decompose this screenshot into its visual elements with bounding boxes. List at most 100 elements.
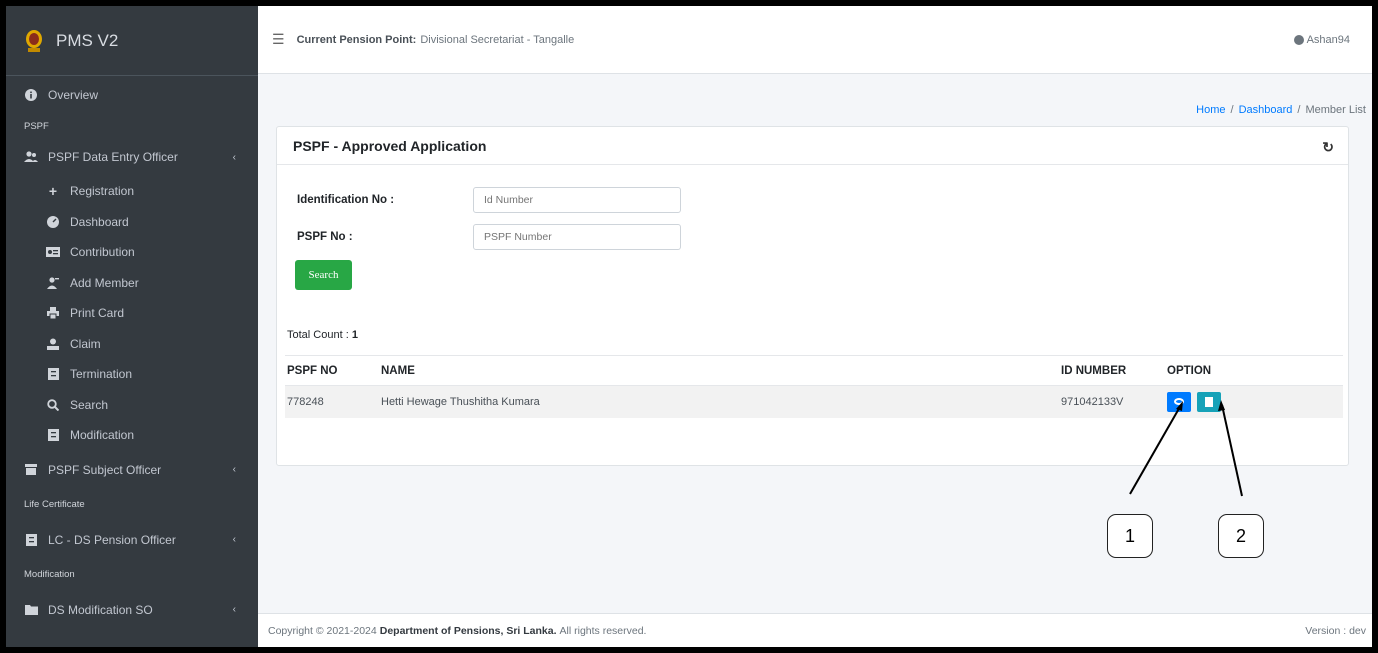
document-icon	[1205, 396, 1213, 407]
cell-pspf-no: 778248	[285, 385, 381, 418]
pspf-input[interactable]	[473, 224, 681, 250]
sidebar-item-modification[interactable]: Modification	[6, 420, 258, 451]
footer-version: Version : dev	[1305, 624, 1366, 637]
hamburger-menu-icon[interactable]: ☰	[272, 31, 285, 48]
total-count-value: 1	[351, 329, 358, 341]
sidebar: PMS V2 Overview PSPF PSPF Data Entry Off…	[6, 6, 258, 647]
annotation-callout-2: 2	[1218, 514, 1264, 558]
column-header-option: OPTION	[1167, 355, 1343, 386]
identification-label: Identification No :	[297, 194, 395, 206]
sidebar-item-print-card[interactable]: Print Card	[6, 298, 258, 329]
folder-icon	[24, 604, 38, 616]
pension-point-value: Divisional Secretariat - Tangalle	[420, 33, 575, 46]
sidebar-item-contribution[interactable]: Contribution	[6, 237, 258, 268]
sidebar-item-search[interactable]: Search	[6, 390, 258, 421]
edit-button[interactable]	[1197, 391, 1221, 412]
plus-icon: +	[48, 183, 58, 200]
breadcrumb-separator: /	[1297, 104, 1301, 116]
search-icon	[46, 399, 60, 411]
sidebar-item-label: Overview	[48, 88, 99, 102]
sidebar-item-label: Search	[70, 397, 109, 412]
app-frame: PMS V2 Overview PSPF PSPF Data Entry Off…	[6, 6, 1372, 647]
sidebar-item-label: PSPF Subject Officer	[48, 462, 162, 477]
sidebar-item-label: Termination	[70, 367, 133, 382]
footer: Copyright © 2021-2024 Department of Pens…	[258, 613, 1372, 647]
user-add-icon	[46, 277, 60, 289]
table-header-row: PSPF NO NAME ID NUMBER OPTION	[285, 355, 1343, 386]
table-row: 778248 Hetti Hewage Thushitha Kumara 971…	[285, 385, 1343, 418]
sidebar-header-modification: Modification	[24, 569, 75, 580]
username: Ashan94	[1306, 33, 1350, 46]
chevron-left-icon: ‹	[232, 151, 236, 163]
footer-org: Department of Pensions, Sri Lanka.	[379, 624, 557, 637]
file-icon	[24, 533, 38, 546]
breadcrumb-current: Member List	[1305, 104, 1366, 116]
user-menu[interactable]: Ashan94	[1293, 33, 1350, 46]
users-icon	[24, 151, 38, 163]
sidebar-item-label: Claim	[70, 336, 101, 351]
sidebar-item-label: LC - DS Pension Officer	[48, 532, 176, 547]
sidebar-header-pspf: PSPF	[24, 120, 49, 132]
pspf-row: PSPF No :	[297, 224, 681, 250]
sidebar-group-data-entry-officer[interactable]: PSPF Data Entry Officer ‹	[6, 138, 258, 176]
sidebar-item-label: Dashboard	[70, 214, 129, 229]
sidebar-item-overview[interactable]: Overview	[6, 76, 258, 114]
annotation-callout-1: 1	[1107, 514, 1153, 558]
search-button[interactable]: Search	[295, 260, 352, 290]
refresh-icon[interactable]: ↻	[1322, 139, 1334, 156]
footer-copyright: Copyright © 2021-2024	[268, 624, 377, 637]
brand-title: PMS V2	[56, 30, 119, 50]
user-id-icon	[46, 338, 60, 350]
card-title: PSPF - Approved Application	[293, 137, 487, 154]
top-navbar: ☰ Current Pension Point: Divisional Secr…	[258, 6, 1372, 74]
sidebar-item-label: PSPF Data Entry Officer	[48, 150, 178, 164]
sidebar-item-label: DS Modification SO	[48, 602, 153, 617]
cell-id-number: 971042133V	[1061, 385, 1167, 418]
sidebar-item-label: Add Member	[70, 275, 139, 290]
sidebar-item-label: Registration	[70, 184, 135, 199]
sidebar-nav: Overview PSPF PSPF Data Entry Officer ‹ …	[6, 76, 258, 629]
sidebar-item-dashboard[interactable]: Dashboard	[6, 207, 258, 238]
cell-options	[1167, 385, 1343, 418]
sidebar-item-label: Modification	[70, 428, 135, 443]
file-icon	[46, 368, 60, 381]
chevron-left-icon: ‹	[232, 534, 236, 545]
sidebar-item-add-member[interactable]: Add Member	[6, 268, 258, 299]
breadcrumb-separator: /	[1230, 104, 1234, 116]
eye-icon	[1174, 398, 1184, 406]
column-header-id-number: ID NUMBER	[1061, 355, 1167, 386]
total-count: Total Count : 1	[287, 329, 358, 341]
footer-rights: All rights reserved.	[559, 624, 647, 637]
brand[interactable]: PMS V2	[6, 6, 258, 76]
chevron-left-icon: ‹	[232, 464, 236, 475]
identification-row: Identification No :	[297, 187, 681, 213]
sidebar-header-life-certificate: Life Certificate	[24, 499, 85, 510]
archive-icon	[24, 464, 38, 476]
pension-point-label: Current Pension Point:	[296, 33, 417, 46]
column-header-pspf-no: PSPF NO	[285, 355, 381, 386]
sidebar-item-registration[interactable]: + Registration	[6, 176, 258, 207]
chevron-left-icon: ‹	[232, 604, 236, 615]
sidebar-item-label: Contribution	[70, 245, 135, 260]
identification-input[interactable]	[473, 187, 681, 213]
emblem-logo-icon	[26, 29, 42, 52]
view-button[interactable]	[1167, 391, 1191, 412]
sidebar-group-subject-officer[interactable]: PSPF Subject Officer ‹	[6, 451, 258, 489]
total-count-label: Total Count :	[287, 329, 349, 341]
column-header-name: NAME	[381, 355, 1061, 386]
cell-name: Hetti Hewage Thushitha Kumara	[381, 385, 1061, 418]
sidebar-item-termination[interactable]: Termination	[6, 359, 258, 390]
sidebar-item-claim[interactable]: Claim	[6, 329, 258, 360]
user-circle-icon	[1293, 34, 1304, 45]
sidebar-group-lc-ds-pension-officer[interactable]: LC - DS Pension Officer ‹	[6, 521, 258, 559]
file-icon	[46, 429, 60, 442]
breadcrumb-home-link[interactable]: Home	[1196, 104, 1225, 116]
sidebar-group-ds-modification-so[interactable]: DS Modification SO ‹	[6, 591, 258, 629]
card-header: PSPF - Approved Application	[277, 127, 1348, 165]
dashboard-icon	[46, 215, 60, 228]
sidebar-item-label: Print Card	[70, 306, 125, 321]
print-icon	[46, 307, 60, 320]
pspf-label: PSPF No :	[297, 231, 353, 243]
breadcrumb-dashboard-link[interactable]: Dashboard	[1239, 104, 1293, 116]
id-card-icon	[46, 246, 60, 258]
